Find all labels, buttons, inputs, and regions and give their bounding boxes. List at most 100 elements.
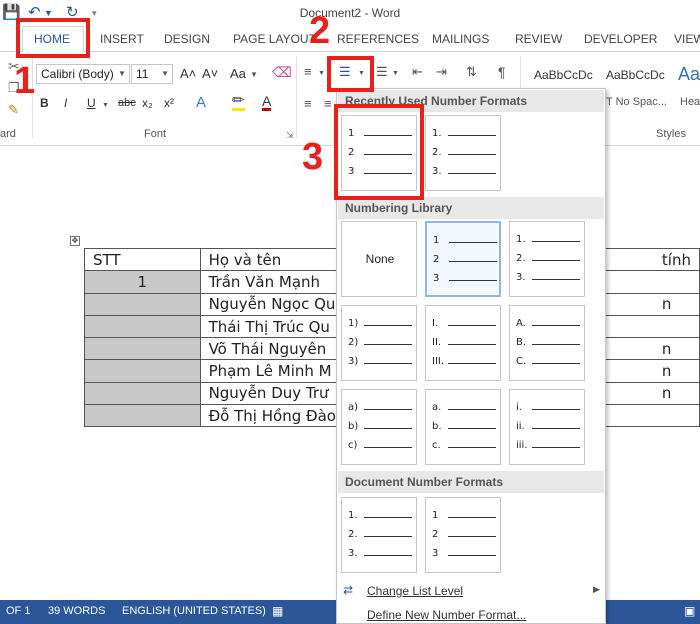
grow-font-button[interactable]: A˄ xyxy=(180,66,196,81)
group-styles-label: Styles xyxy=(656,128,686,140)
multilevel-list-icon[interactable]: ☰ xyxy=(376,64,388,80)
recent-format-tile[interactable]: 1. 2. 3. xyxy=(425,115,501,191)
tab-design[interactable]: DESIGN xyxy=(164,32,210,46)
tile-line: a) xyxy=(348,402,414,416)
tile-rule xyxy=(448,344,496,345)
library-format-tile[interactable]: 1 2 3 xyxy=(425,221,501,297)
align-center-icon[interactable]: ≡ xyxy=(324,96,332,111)
show-paragraph-marks-button[interactable]: ¶ xyxy=(498,64,506,80)
tab-insert[interactable]: INSERT xyxy=(100,32,144,46)
tile-line: II. xyxy=(432,337,498,351)
superscript-button[interactable]: x² xyxy=(164,96,174,110)
shrink-font-button[interactable]: A˅ xyxy=(202,66,218,81)
tile-line: i. xyxy=(516,402,582,416)
tile-marker: 3. xyxy=(348,548,358,559)
title-bar: 💾 ↶ ▼ ↻ ▾ Document2 - Word xyxy=(0,0,700,26)
page-count[interactable]: OF 1 xyxy=(6,605,30,617)
document-format-tile[interactable]: 1. 2. 3. xyxy=(341,497,417,573)
stt-cell[interactable]: 1 xyxy=(84,270,201,294)
tile-rule xyxy=(449,261,497,262)
increase-indent-icon[interactable]: ⇥ xyxy=(436,64,447,80)
tile-rule xyxy=(364,555,412,556)
tile-line: 1. xyxy=(516,234,582,248)
tile-rule xyxy=(448,428,496,429)
proofing-icon[interactable]: ▦ xyxy=(272,604,283,618)
stt-cell[interactable] xyxy=(84,314,201,339)
library-format-tile[interactable]: I. II. III. xyxy=(425,305,501,381)
chevron-down-icon: ▼ xyxy=(102,102,109,109)
clear-formatting-icon[interactable]: ⌫ xyxy=(272,64,292,81)
tile-marker: 1. xyxy=(432,128,442,139)
strikethrough-button[interactable]: abc xyxy=(118,97,136,109)
tile-rule xyxy=(364,447,412,448)
table-move-handle-icon[interactable]: ✥ xyxy=(70,236,80,246)
tab-page-layout[interactable]: PAGE LAYOUT xyxy=(233,32,316,46)
tab-developer[interactable]: DEVELOPER xyxy=(584,32,657,46)
library-format-tile[interactable]: a. b. c. xyxy=(425,389,501,465)
tile-line: 3. xyxy=(432,166,498,180)
tile-rule xyxy=(364,409,412,410)
style-no-spacing[interactable]: AaBbCcDc xyxy=(606,68,665,82)
dialog-launcher-icon[interactable]: ⇲ xyxy=(286,130,294,141)
stt-cell[interactable] xyxy=(84,337,201,361)
define-new-format-item[interactable]: Define New Number Format... xyxy=(367,608,526,622)
change-case-button[interactable]: Aa xyxy=(230,66,246,81)
style-normal[interactable]: AaBbCcDc xyxy=(534,68,593,82)
font-size-value: 11 xyxy=(136,67,149,81)
tile-line: b. xyxy=(432,421,498,435)
chevron-down-icon: ▼ xyxy=(318,70,325,77)
language-indicator[interactable]: ENGLISH (UNITED STATES) xyxy=(122,605,266,617)
chevron-down-icon: ▼ xyxy=(118,69,126,78)
format-painter-icon[interactable]: ✎ xyxy=(8,102,19,118)
tile-line: c) xyxy=(348,440,414,454)
stt-cell[interactable] xyxy=(84,381,201,406)
italic-button[interactable]: I xyxy=(64,96,67,110)
tile-line: 2. xyxy=(516,253,582,267)
library-format-tile[interactable]: i. ii. iii. xyxy=(509,389,585,465)
annotation-box-format xyxy=(334,104,424,200)
font-color-button[interactable]: A xyxy=(262,94,272,111)
tab-view[interactable]: VIEW xyxy=(674,32,700,46)
tile-line: 3) xyxy=(348,356,414,370)
sort-icon[interactable]: ⇅ xyxy=(466,64,477,80)
highlight-color-button[interactable]: ✏ xyxy=(232,93,245,111)
document-format-tile[interactable]: 1 2 3 xyxy=(425,497,501,573)
underline-button[interactable]: U xyxy=(87,96,96,110)
align-left-icon[interactable]: ≡ xyxy=(304,96,312,111)
stt-cell[interactable] xyxy=(84,359,201,383)
tile-marker: 3 xyxy=(432,548,439,559)
tile-marker: III. xyxy=(432,356,445,367)
tab-review[interactable]: REVIEW xyxy=(515,32,562,46)
bold-button[interactable]: B xyxy=(40,96,49,110)
library-format-tile[interactable]: 1. 2. 3. xyxy=(509,221,585,297)
subscript-button[interactable]: x₂ xyxy=(142,96,153,110)
library-format-tile[interactable]: a) b) c) xyxy=(341,389,417,465)
bullets-icon[interactable]: ≡ xyxy=(304,64,312,79)
text-effects-button[interactable]: A xyxy=(196,94,206,111)
decrease-indent-icon[interactable]: ⇤ xyxy=(412,64,423,80)
font-name-box[interactable]: Calibri (Body) ▼ xyxy=(36,64,130,84)
tile-marker: ii. xyxy=(516,421,525,432)
style-heading-1[interactable]: Aa xyxy=(678,64,700,85)
tile-line: A. xyxy=(516,318,582,332)
annotation-number-2: 2 xyxy=(309,10,331,52)
font-size-box[interactable]: 11 ▼ xyxy=(131,64,173,84)
numbering-none-tile[interactable]: None xyxy=(341,221,417,297)
stt-cell[interactable] xyxy=(84,404,201,428)
word-count[interactable]: 39 WORDS xyxy=(48,605,105,617)
tab-references[interactable]: REFERENCES xyxy=(337,32,419,46)
tile-line: 1 xyxy=(432,510,498,524)
library-format-tile[interactable]: 1) 2) 3) xyxy=(341,305,417,381)
tile-rule xyxy=(448,325,496,326)
divider xyxy=(296,56,297,138)
group-clipboard-label: ard xyxy=(0,128,16,140)
tile-rule xyxy=(364,325,412,326)
change-list-level-item[interactable]: Change List Level xyxy=(367,584,463,598)
stt-cell[interactable] xyxy=(84,292,201,316)
tile-line: ii. xyxy=(516,421,582,435)
tile-rule xyxy=(448,363,496,364)
view-mode-icon[interactable]: ▣ xyxy=(684,604,695,618)
library-format-tile[interactable]: A. B. C. xyxy=(509,305,585,381)
tab-mailings[interactable]: MAILINGS xyxy=(432,32,489,46)
window-title: Document2 - Word xyxy=(299,6,401,20)
